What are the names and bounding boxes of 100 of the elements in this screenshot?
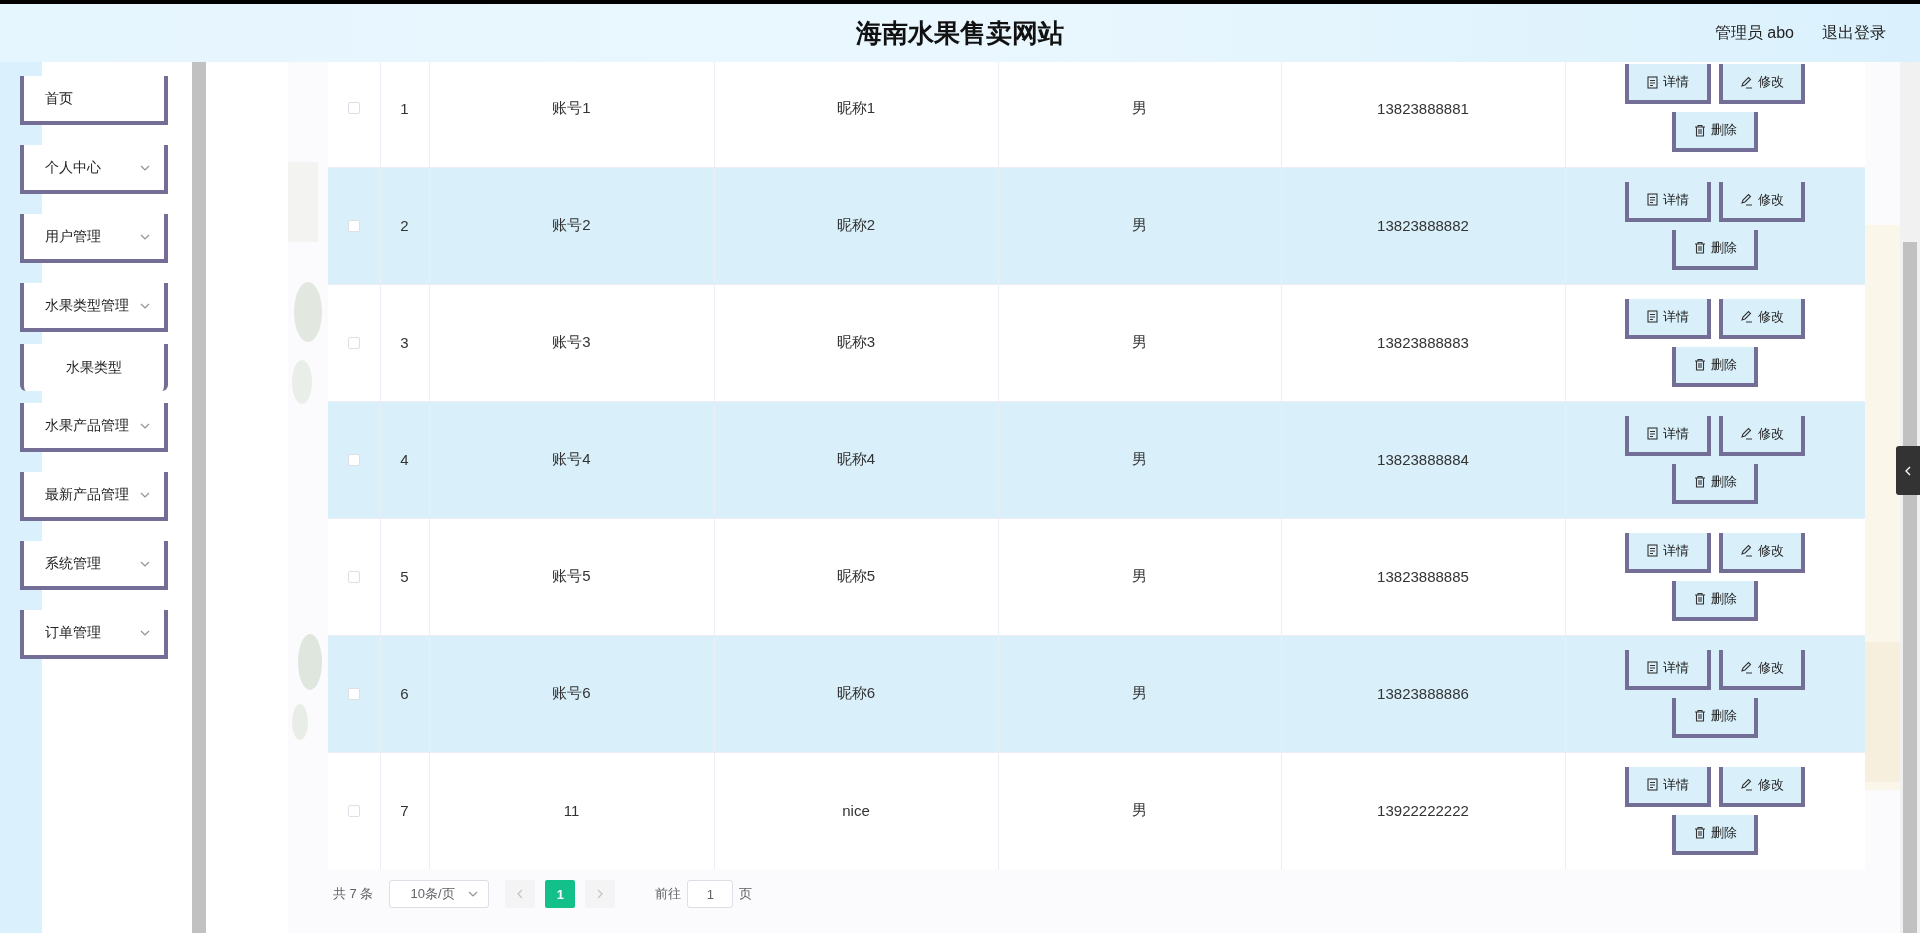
page-input[interactable]: 1: [687, 880, 734, 908]
row-checkbox[interactable]: [347, 219, 360, 232]
trash-icon: [1693, 475, 1706, 488]
page-size-select[interactable]: 10条/页: [389, 880, 490, 908]
delete-button[interactable]: 删除: [1672, 346, 1758, 387]
chevron-down-icon: [140, 629, 150, 636]
detail-button[interactable]: 详情: [1625, 181, 1711, 222]
next-page-button[interactable]: [585, 880, 616, 908]
table-cell: 13823888886: [1377, 685, 1469, 702]
table-cell: 4: [400, 451, 409, 468]
logout-link[interactable]: 退出登录: [1822, 22, 1886, 44]
chevron-down-icon: [140, 302, 150, 309]
table-cell: 13823888885: [1377, 568, 1469, 585]
detail-button[interactable]: 详情: [1625, 766, 1711, 807]
table-cell: 13823888881: [1377, 99, 1469, 117]
sidebar-item[interactable]: 最新产品管理: [20, 472, 168, 521]
row-checkbox[interactable]: [347, 570, 360, 583]
trash-icon: [1693, 358, 1706, 371]
document-icon: [1647, 661, 1658, 674]
detail-button[interactable]: 详情: [1625, 415, 1711, 456]
edit-button[interactable]: 修改: [1719, 415, 1805, 456]
sidebar-item[interactable]: 系统管理: [20, 541, 168, 590]
edit-button[interactable]: 修改: [1719, 181, 1805, 222]
table-cell: 男: [1132, 333, 1147, 350]
edit-button[interactable]: 修改: [1719, 766, 1805, 807]
edit-button[interactable]: 修改: [1719, 532, 1805, 573]
table-cell: 昵称1: [836, 98, 876, 116]
detail-button[interactable]: 详情: [1625, 298, 1711, 339]
pencil-icon: [1740, 778, 1753, 791]
detail-button[interactable]: 详情: [1625, 532, 1711, 573]
edit-button[interactable]: 修改: [1719, 64, 1805, 105]
trash-icon: [1693, 241, 1706, 254]
document-icon: [1647, 427, 1658, 440]
row-checkbox[interactable]: [347, 336, 360, 349]
table-cell: 13823888882: [1377, 217, 1469, 234]
sidebar-item[interactable]: 首页: [20, 76, 168, 125]
row-checkbox[interactable]: [347, 687, 360, 700]
chevron-down-icon: [140, 164, 150, 171]
table-cell: 账号1: [552, 98, 591, 116]
pencil-icon: [1740, 544, 1753, 557]
trash-icon: [1693, 709, 1706, 722]
scrollbar[interactable]: [192, 62, 206, 933]
site-title: 海南水果售卖网站: [856, 16, 1064, 50]
trash-icon: [1693, 592, 1706, 605]
table-cell: 账号6: [552, 684, 591, 701]
table-cell: 账号5: [552, 567, 591, 584]
goto-label: 前往: [655, 885, 682, 903]
row-checkbox[interactable]: [347, 102, 360, 115]
table-cell: 账号3: [552, 333, 591, 350]
pencil-icon: [1740, 310, 1753, 323]
row-checkbox[interactable]: [347, 453, 360, 466]
table-cell: 5: [400, 568, 409, 585]
document-icon: [1647, 75, 1658, 89]
sidebar-item[interactable]: 水果产品管理: [20, 403, 168, 452]
scrollbar[interactable]: [1903, 242, 1917, 933]
edit-button[interactable]: 修改: [1719, 298, 1805, 339]
table-cell: 昵称4: [836, 450, 876, 467]
row-checkbox[interactable]: [347, 804, 360, 817]
table-cell: 账号4: [552, 450, 591, 467]
table-cell: 11: [563, 802, 580, 819]
sidebar-item[interactable]: 用户管理: [20, 214, 168, 263]
edit-button[interactable]: 修改: [1719, 649, 1805, 690]
table-cell: 账号2: [552, 216, 591, 233]
prev-page-button[interactable]: [505, 880, 536, 908]
delete-button[interactable]: 删除: [1672, 580, 1758, 621]
table-cell: 6: [400, 685, 409, 702]
submenu-item[interactable]: 水果类型: [20, 344, 168, 391]
table-cell: 13823888883: [1377, 334, 1469, 351]
trash-icon: [1693, 826, 1706, 839]
user-label: 管理员 abo: [1714, 22, 1794, 43]
chevron-down-icon: [468, 891, 479, 897]
table-cell: 昵称2: [836, 216, 876, 233]
sidebar-item[interactable]: 个人中心: [20, 145, 168, 194]
pencil-icon: [1740, 427, 1753, 440]
detail-button[interactable]: 详情: [1625, 64, 1711, 105]
sidebar-item[interactable]: 水果类型管理: [20, 283, 168, 332]
collapse-tab[interactable]: [1896, 446, 1920, 495]
table-cell: 昵称3: [836, 333, 876, 350]
table-cell: 1: [400, 99, 409, 117]
delete-button[interactable]: 删除: [1672, 463, 1758, 504]
delete-button[interactable]: 删除: [1672, 229, 1758, 270]
table-cell: 男: [1132, 450, 1147, 467]
chevron-left-icon: [517, 889, 524, 899]
delete-button[interactable]: 删除: [1672, 112, 1758, 153]
trash-icon: [1693, 123, 1706, 137]
total-count: 共 7 条: [333, 885, 374, 903]
pencil-icon: [1740, 75, 1753, 89]
document-icon: [1647, 778, 1658, 791]
chevron-left-icon: [1905, 465, 1911, 476]
sidebar-item[interactable]: 订单管理: [20, 610, 168, 659]
delete-button[interactable]: 删除: [1672, 814, 1758, 855]
chevron-right-icon: [597, 889, 604, 899]
table-cell: 男: [1132, 801, 1147, 818]
table-cell: 昵称6: [836, 684, 876, 701]
detail-button[interactable]: 详情: [1625, 649, 1711, 690]
document-icon: [1647, 310, 1658, 323]
delete-button[interactable]: 删除: [1672, 697, 1758, 738]
table-cell: nice: [842, 802, 870, 819]
chevron-down-icon: [140, 233, 150, 240]
document-icon: [1647, 193, 1658, 206]
